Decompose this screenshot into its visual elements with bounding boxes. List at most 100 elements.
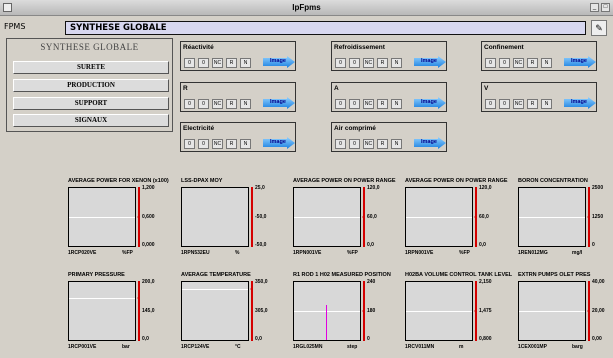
nav-button-signaux[interactable]: SIGNAUX (13, 114, 169, 127)
panel-state-button[interactable]: R (377, 99, 388, 109)
gauge-title: AVERAGE POWER ON POWER RANGE (293, 178, 396, 184)
nav-button-production[interactable]: PRODUCTION (13, 79, 169, 92)
panel-state-button[interactable]: N (240, 99, 251, 109)
gauge-unit: %FP (122, 250, 133, 256)
gauge-tick-bottom: 0,800 (479, 336, 492, 342)
panel-state-button[interactable]: N (541, 99, 552, 109)
gauge-title: AVERAGE TEMPERATURE (181, 272, 251, 278)
gauge-tag: 1RCP020VE (68, 250, 97, 256)
minimize-button[interactable]: _ (590, 3, 599, 12)
status-panel: Refroidissement 0 0 NC R N Image (331, 41, 447, 71)
gauge-title: LSS-DPAX MOY (181, 178, 223, 184)
panel-state-button[interactable]: 0 (198, 139, 209, 149)
panel-state-button[interactable]: NC (363, 139, 374, 149)
gauge-scale-bar (251, 187, 253, 247)
gauge-scale-bar (138, 281, 140, 341)
panel-state-button[interactable]: 0 (335, 139, 346, 149)
panel-state-button[interactable]: N (391, 99, 402, 109)
gauge-tick-mid: 1,475 (479, 308, 492, 314)
panel-state-button[interactable]: 0 (499, 99, 510, 109)
image-button[interactable]: Image (414, 97, 446, 109)
panel-state-button[interactable]: 0 (184, 58, 195, 68)
image-button[interactable]: Image (414, 137, 446, 149)
panel-state-button[interactable]: N (240, 58, 251, 68)
gauge-value-line (182, 289, 248, 290)
gauge-tick-top: 25,0 (255, 185, 265, 191)
panel-title: R (183, 85, 188, 92)
gauge-tag: 1RPN532EU (181, 250, 210, 256)
panel-state-button[interactable]: 0 (485, 58, 496, 68)
panel-state-button[interactable]: 0 (184, 99, 195, 109)
image-button[interactable]: Image (564, 56, 596, 68)
window-titlebar: IpFpms _ □ (0, 0, 613, 16)
gauge-position-bar (326, 305, 327, 340)
gauge-plot (68, 281, 136, 341)
panel-state-button[interactable]: N (240, 139, 251, 149)
image-button[interactable]: Image (263, 56, 295, 68)
image-button[interactable]: Image (414, 56, 446, 68)
panel-state-button[interactable]: NC (212, 99, 223, 109)
gauge-pointer-icon (137, 296, 140, 300)
gauge-title: AVERAGE POWER ON POWER RANGE (405, 178, 508, 184)
gauge-value-line (69, 298, 135, 299)
panel-state-button[interactable]: NC (513, 99, 524, 109)
gauge-value-line (519, 217, 585, 218)
gauge-pointer-icon (362, 309, 365, 313)
panel-state-button[interactable]: 0 (198, 58, 209, 68)
gauge-tick-top: 350,0 (255, 279, 268, 285)
image-button-label: Image (571, 58, 587, 64)
image-button-label: Image (270, 99, 286, 105)
panel-state-button[interactable]: 0 (349, 139, 360, 149)
status-panel: R 0 0 NC R N Image (180, 82, 296, 112)
panel-state-button[interactable]: 0 (335, 58, 346, 68)
gauge-value-line (406, 217, 472, 218)
header-bar: FPMS SYNTHESE GLOBALE ✎ (0, 18, 613, 37)
panel-state-button[interactable]: 0 (485, 99, 496, 109)
nav-button-surete[interactable]: SURETE (13, 61, 169, 74)
gauge-tick-mid: -50,0 (255, 214, 267, 220)
image-button-label: Image (270, 58, 286, 64)
panel-title: Refroidissement (334, 44, 385, 51)
pencil-icon: ✎ (595, 23, 603, 33)
maximize-button[interactable]: □ (601, 3, 610, 12)
panel-title: Réactivité (183, 44, 214, 51)
panel-state-button[interactable]: R (226, 139, 237, 149)
edit-button[interactable]: ✎ (591, 20, 607, 36)
panel-state-button[interactable]: R (377, 58, 388, 68)
panel-state-button[interactable]: 0 (499, 58, 510, 68)
panel-state-button[interactable]: R (527, 99, 538, 109)
image-button-label: Image (421, 58, 437, 64)
panel-state-button[interactable]: 0 (349, 99, 360, 109)
gauge-unit: m (459, 344, 464, 350)
panel-state-button[interactable]: NC (363, 58, 374, 68)
image-button[interactable]: Image (263, 137, 295, 149)
image-button[interactable]: Image (564, 97, 596, 109)
panel-state-button[interactable]: 0 (184, 139, 195, 149)
image-button[interactable]: Image (263, 97, 295, 109)
panel-state-button[interactable]: 0 (198, 99, 209, 109)
gauge-tick-bottom: 0,0 (255, 336, 262, 342)
panel-state-button[interactable]: NC (212, 139, 223, 149)
panel-state-button[interactable]: R (226, 99, 237, 109)
gauge-tick-mid: 20,00 (592, 308, 605, 314)
panel-state-button[interactable]: N (391, 139, 402, 149)
panel-state-button[interactable]: N (391, 58, 402, 68)
status-panel: A 0 0 NC R N Image (331, 82, 447, 112)
panel-state-button[interactable]: R (226, 58, 237, 68)
gauge-pointer-icon (250, 287, 253, 291)
panel-state-button[interactable]: 0 (335, 99, 346, 109)
gauge-title: PRIMARY PRESSURE (68, 272, 125, 278)
image-button-label: Image (421, 99, 437, 105)
panel-state-button[interactable]: NC (363, 99, 374, 109)
gauge-pointer-icon (362, 215, 365, 219)
gauge-tick-bottom: -50,0 (255, 242, 267, 248)
panel-state-button[interactable]: R (527, 58, 538, 68)
panel-state-button[interactable]: R (377, 139, 388, 149)
panel-state-button[interactable]: NC (212, 58, 223, 68)
gauge-tick-bottom: 0 (367, 336, 370, 342)
panel-state-button[interactable]: N (541, 58, 552, 68)
panel-state-button[interactable]: NC (513, 58, 524, 68)
panel-state-button[interactable]: 0 (349, 58, 360, 68)
nav-button-support[interactable]: SUPPORT (13, 97, 169, 110)
gauge-title: AVERAGE POWER FOR XENON (x100) (68, 178, 169, 184)
